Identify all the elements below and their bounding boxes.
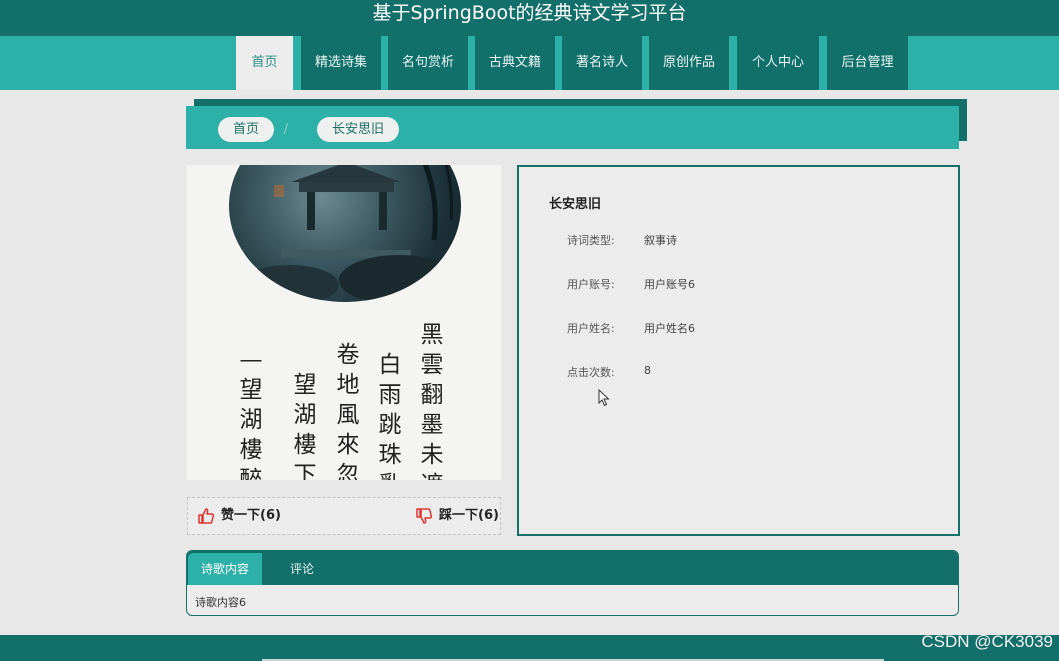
watermark: CSDN @CK3039: [921, 632, 1053, 651]
tab-header: 诗歌内容 评论: [187, 551, 958, 585]
field-value: 用户账号6: [644, 278, 695, 291]
field-user-name: 用户姓名: 用户姓名6: [519, 320, 958, 338]
breadcrumb-home[interactable]: 首页: [218, 117, 274, 142]
field-user-account: 用户账号: 用户账号6: [519, 276, 958, 294]
like-label: 赞一下(6): [221, 508, 281, 523]
poem-column-5: —望湖樓醉書: [239, 347, 263, 480]
poem-cover-image: 黑雲翻墨未遮 白雨跳珠亂 卷地風來忽 望湖樓下 —望湖樓醉書: [187, 165, 501, 480]
content-tabs: 诗歌内容 评论 诗歌内容6: [186, 550, 959, 616]
nav-item-home[interactable]: 首页: [236, 36, 293, 90]
nav-item-famous-poets[interactable]: 著名诗人: [562, 36, 642, 90]
field-label: 用户姓名:: [567, 322, 615, 335]
poem-detail-panel: 长安思旧 诗词类型: 叙事诗 用户账号: 用户账号6 用户姓名: 用户姓名6 点…: [517, 165, 960, 536]
thumbs-up-icon: [198, 507, 215, 524]
thumbs-down-icon: [416, 507, 433, 524]
poem-column-2: 白雨跳珠亂: [378, 352, 402, 480]
nav-item-admin[interactable]: 后台管理: [827, 36, 908, 90]
pavilion-scene: [239, 165, 459, 302]
field-label: 点击次数:: [567, 366, 615, 379]
like-button[interactable]: 赞一下(6): [197, 498, 281, 534]
site-title-bar: 基于SpringBoot的经典诗文学习平台: [0, 0, 1059, 36]
dislike-label: 踩一下(6): [439, 508, 499, 523]
mouse-cursor-icon: [598, 389, 610, 407]
poem-title: 长安思旧: [549, 197, 602, 212]
field-click-count: 点击次数: 8: [519, 364, 958, 382]
footer: [0, 635, 1059, 661]
tab-poem-content[interactable]: 诗歌内容: [188, 553, 262, 585]
field-value: 用户姓名6: [644, 322, 695, 335]
tab-content-text: 诗歌内容6: [195, 596, 246, 609]
nav-item-personal-center[interactable]: 个人中心: [737, 36, 819, 90]
nav-item-classic-texts[interactable]: 古典文籍: [475, 36, 555, 90]
poem-column-1: 黑雲翻墨未遮: [420, 322, 444, 480]
poem-column-4: 望湖樓下: [293, 372, 317, 480]
landscape-painting: [229, 165, 461, 302]
field-label: 诗词类型:: [567, 234, 615, 247]
nav-item-selected-poems[interactable]: 精选诗集: [301, 36, 381, 90]
tab-comments[interactable]: 评论: [272, 553, 332, 585]
field-poem-type: 诗词类型: 叙事诗: [519, 232, 958, 250]
poem-column-3: 卷地風來忽: [336, 342, 360, 480]
site-title: 基于SpringBoot的经典诗文学习平台: [372, 2, 687, 24]
breadcrumb-separator: /: [283, 122, 289, 137]
breadcrumb: 首页 / 长安思旧: [186, 106, 959, 149]
main-nav: 首页 精选诗集 名句赏析 古典文籍 著名诗人 原创作品 个人中心 后台管理: [0, 36, 1059, 90]
dislike-button[interactable]: 踩一下(6): [415, 498, 499, 534]
field-label: 用户账号:: [567, 278, 615, 291]
vote-bar: 赞一下(6) 踩一下(6): [187, 497, 501, 535]
nav-item-famous-lines[interactable]: 名句赏析: [388, 36, 468, 90]
breadcrumb-current[interactable]: 长安思旧: [317, 117, 399, 142]
nav-item-original-works[interactable]: 原创作品: [649, 36, 729, 90]
field-value: 8: [644, 364, 651, 377]
field-value: 叙事诗: [644, 234, 677, 247]
